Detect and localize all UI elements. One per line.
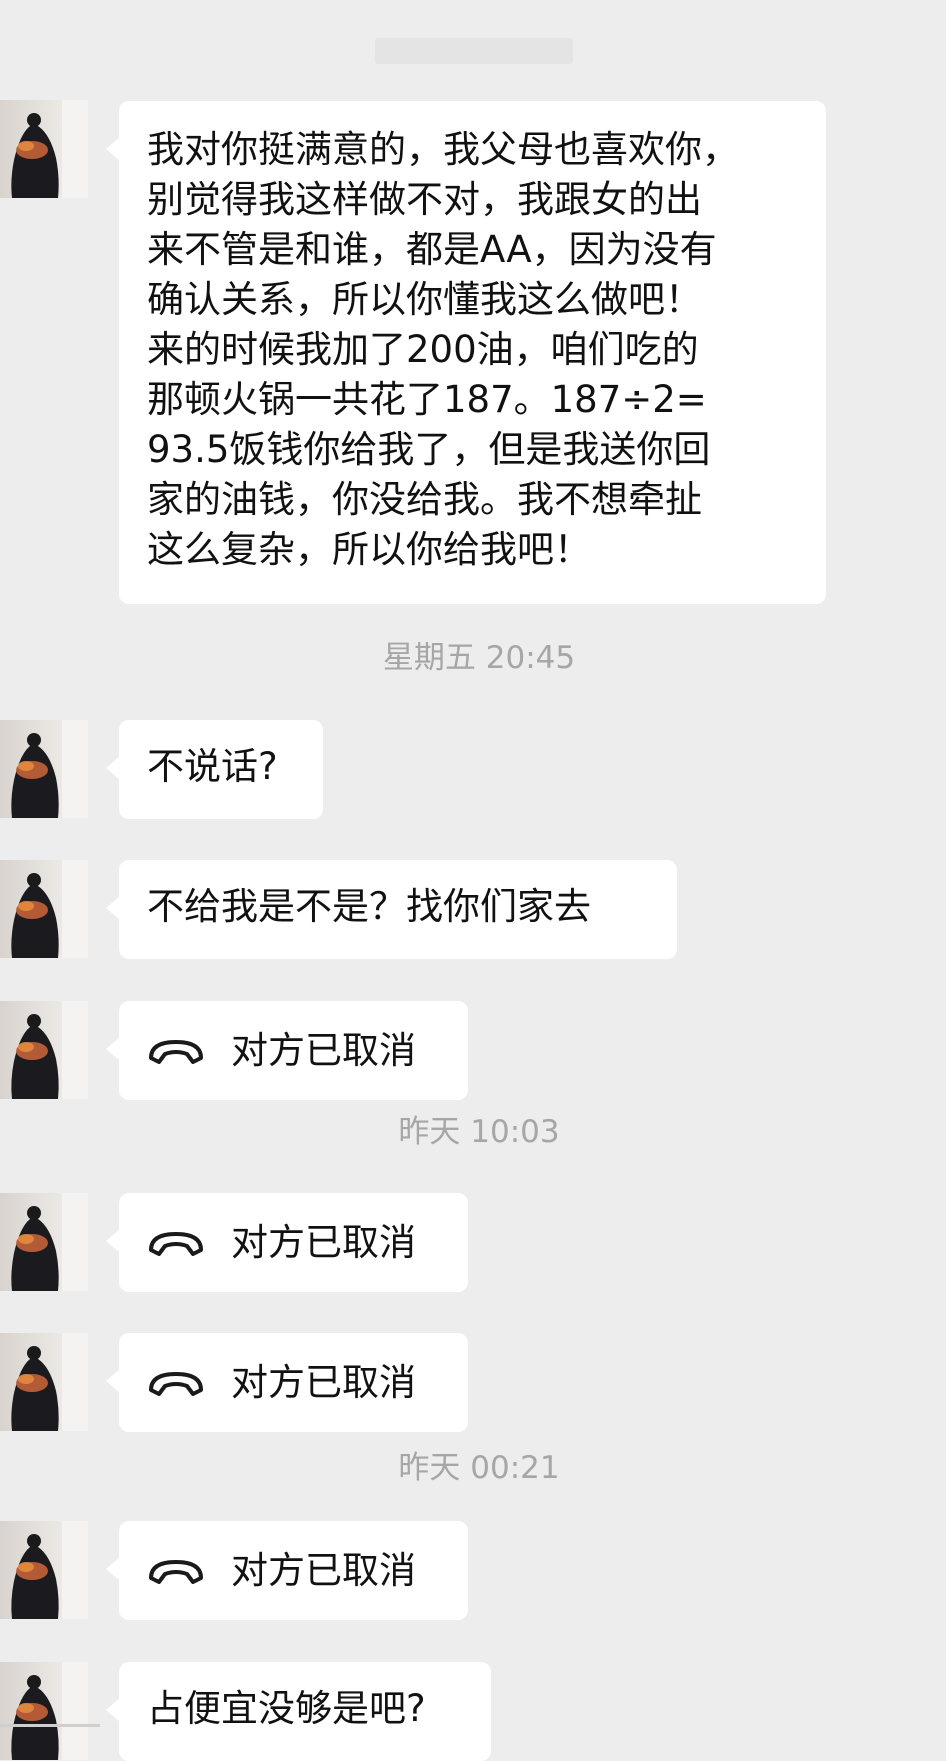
timestamp: 昨天 10:03 <box>398 1114 560 1150</box>
message-bubble[interactable]: 不说话? <box>106 720 323 819</box>
avatar[interactable] <box>0 1001 88 1099</box>
phone-hangup-icon <box>149 1231 203 1256</box>
message-text: 不给我是不是？找你们家去 <box>147 885 591 928</box>
call-status-text: 对方已取消 <box>231 1028 416 1072</box>
call-status-text: 对方已取消 <box>231 1360 416 1404</box>
message-bubble[interactable]: 不给我是不是？找你们家去 <box>106 860 677 959</box>
avatar[interactable] <box>0 100 88 198</box>
avatar-image <box>11 1333 88 1431</box>
avatar-image <box>11 100 88 198</box>
phone-hangup-icon <box>149 1039 203 1064</box>
avatar[interactable] <box>0 1662 88 1760</box>
message-bubble[interactable]: 占便宜没够是吧? <box>106 1662 491 1761</box>
timestamp: 昨天 00:21 <box>398 1450 560 1486</box>
message-text: 我对你挺满意的，我父母也喜欢你， 别觉得我这样做不对，我跟女的出 来不管是和谁，… <box>147 128 739 571</box>
message-text: 不说话? <box>147 745 278 788</box>
message-bubble[interactable]: 我对你挺满意的，我父母也喜欢你， 别觉得我这样做不对，我跟女的出 来不管是和谁，… <box>106 101 826 604</box>
avatar[interactable] <box>0 1521 88 1619</box>
home-indicator <box>0 1724 100 1727</box>
phone-hangup-icon <box>149 1371 203 1396</box>
avatar-image <box>11 1001 88 1099</box>
message-text: 占便宜没够是吧? <box>147 1687 426 1730</box>
call-record-bubble[interactable]: 对方已取消 <box>106 1333 468 1432</box>
call-status-text: 对方已取消 <box>231 1220 416 1264</box>
avatar[interactable] <box>0 720 88 818</box>
top-redacted-bar <box>375 38 573 64</box>
avatar-image <box>11 860 88 958</box>
call-record-bubble[interactable]: 对方已取消 <box>106 1001 468 1100</box>
call-record-bubble[interactable]: 对方已取消 <box>106 1193 468 1292</box>
avatar[interactable] <box>0 1333 88 1431</box>
call-record-bubble[interactable]: 对方已取消 <box>106 1521 468 1620</box>
timestamp: 星期五 20:45 <box>382 640 576 676</box>
avatar[interactable] <box>0 1193 88 1291</box>
avatar-image <box>11 720 88 818</box>
avatar-image <box>11 1662 88 1760</box>
avatar[interactable] <box>0 860 88 958</box>
avatar-image <box>11 1193 88 1291</box>
call-status-text: 对方已取消 <box>231 1548 416 1592</box>
phone-hangup-icon <box>149 1559 203 1584</box>
avatar-image <box>11 1521 88 1619</box>
